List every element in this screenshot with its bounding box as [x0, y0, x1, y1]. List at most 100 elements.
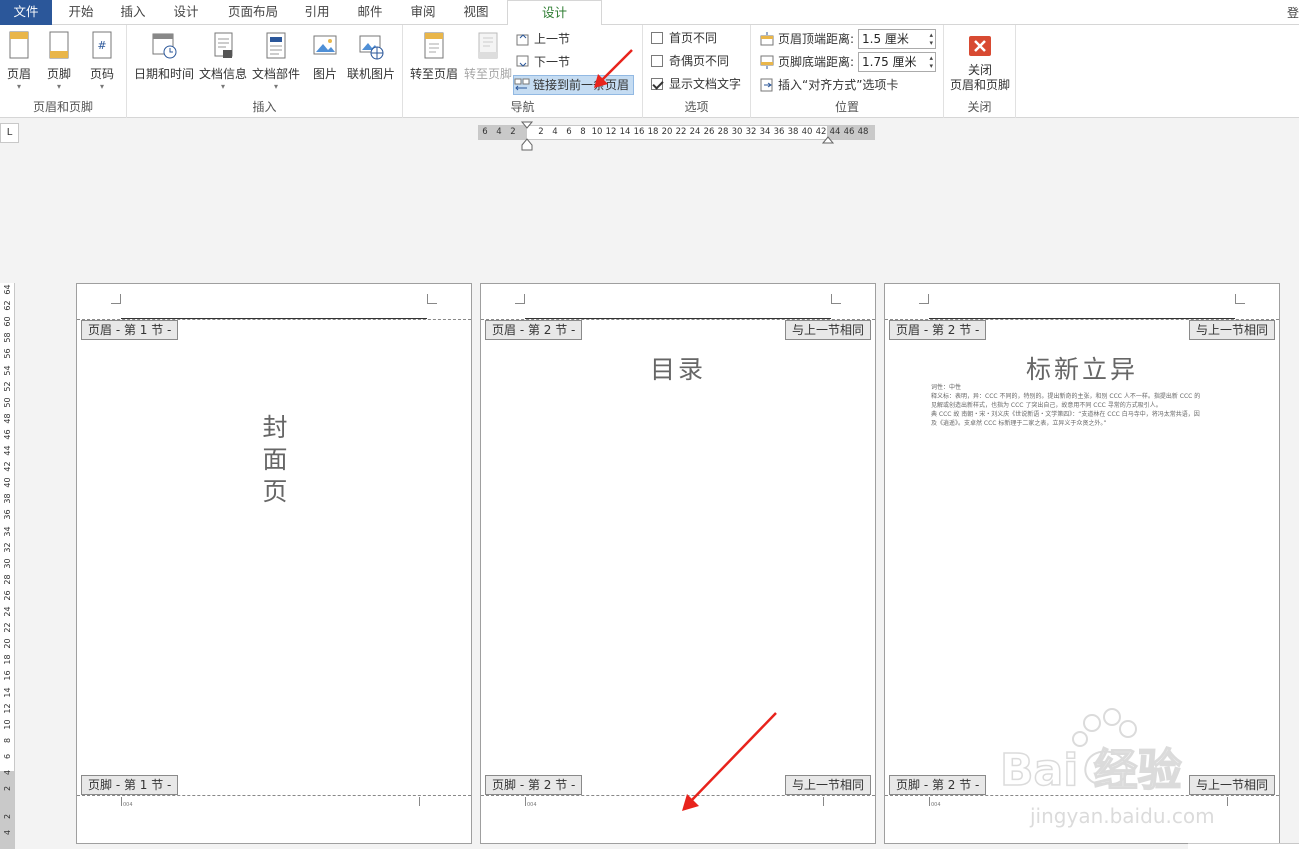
- online-picture-icon: [359, 35, 384, 60]
- checkbox-show-text[interactable]: [651, 78, 663, 90]
- next-section-button[interactable]: 下一节: [515, 52, 570, 72]
- tab-home[interactable]: 开始: [56, 0, 106, 25]
- body-line: 典 CCC 故 南朝・宋・刘义庆《世说新语・文学第四》：“支道林在 CCC 白马…: [931, 411, 1200, 418]
- status-bar-fragment: [1188, 843, 1299, 849]
- show-document-text-checkbox[interactable]: 显示文档文字: [651, 74, 741, 94]
- close-icon: [969, 36, 991, 56]
- article-title[interactable]: 标新立异: [885, 350, 1279, 386]
- link-to-previous-label: 链接到前一条页眉: [533, 78, 630, 92]
- checkbox-first-page[interactable]: [651, 32, 663, 44]
- crop-mark: [427, 294, 437, 304]
- page-number-button[interactable]: # 页码 ▾: [86, 28, 118, 91]
- header-button[interactable]: 页眉 ▾: [3, 28, 35, 91]
- header-button-label: 页眉: [6, 67, 31, 81]
- crop-mark: [111, 294, 121, 304]
- close-header-footer-label: 关闭 页眉和页脚: [949, 63, 1010, 92]
- header-distance-label: 页眉顶端距离:: [778, 32, 855, 46]
- tab-mailings[interactable]: 邮件: [344, 0, 396, 25]
- document-info-button[interactable]: 文档信息 ▾: [197, 28, 249, 91]
- crop-mark: [1227, 797, 1237, 806]
- page-number-icon: #: [92, 31, 112, 59]
- tab-review[interactable]: 审阅: [398, 0, 448, 25]
- group-label-header-footer: 页眉和页脚: [32, 100, 93, 114]
- right-indent-marker-icon[interactable]: [822, 136, 834, 144]
- insert-alignment-tab-button[interactable]: 插入“对齐方式”选项卡: [759, 75, 898, 95]
- header-section-tag: 页眉 - 第 2 节 -: [889, 320, 987, 340]
- footer-button-label: 页脚: [46, 67, 71, 81]
- tab-insert[interactable]: 插入: [108, 0, 158, 25]
- same-as-previous-tag: 与上一节相同: [1188, 320, 1275, 340]
- crop-mark: [831, 294, 841, 304]
- spin-arrows-icon[interactable]: ▴ ▾: [929, 31, 933, 47]
- ruler-tick: 8: [3, 737, 12, 743]
- different-odd-even-label: 奇偶页不同: [669, 54, 730, 68]
- tab-view[interactable]: 视图: [450, 0, 502, 25]
- toc-title[interactable]: 目录: [481, 350, 875, 386]
- ruler-tick: 38: [3, 493, 12, 504]
- cover-char: 封: [262, 413, 288, 442]
- tab-design[interactable]: 设计: [160, 0, 212, 25]
- previous-section-label: 上一节: [534, 32, 571, 46]
- indent-marker-icon[interactable]: [520, 121, 534, 151]
- footer-distance-label: 页脚底端距离:: [778, 55, 855, 69]
- date-time-label: 日期和时间: [133, 67, 194, 81]
- page-number-button-label: 页码: [89, 67, 114, 81]
- next-section-label: 下一节: [534, 55, 571, 69]
- ruler-tick: 62: [3, 300, 12, 311]
- footer-distance-input[interactable]: 1.75 厘米 ▴ ▾: [858, 52, 936, 72]
- ruler-tick: 52: [3, 381, 12, 392]
- picture-button[interactable]: 图片: [307, 28, 343, 82]
- tab-header-footer-design[interactable]: 设计: [507, 0, 602, 26]
- header-top-distance-icon: [760, 32, 774, 46]
- article-body[interactable]: 词性：中性 释义标：表明，异：CCC 不同的，特别的。提出新奇的主张，和别 CC…: [931, 383, 1235, 428]
- ribbon: 页眉 ▾ 页脚 ▾ # 页码 ▾ 页眉和页脚 日期和时间 文档信息 ▾ 文档部件…: [0, 25, 1299, 118]
- tab-references[interactable]: 引用: [292, 0, 342, 25]
- ruler-tick: 2: [510, 127, 516, 137]
- crop-mark: [823, 797, 833, 806]
- different-first-page-checkbox[interactable]: 首页不同: [651, 28, 717, 48]
- ruler-tick: 48: [857, 127, 869, 137]
- ruler-tick: 30: [3, 558, 12, 569]
- picture-label: 图片: [312, 67, 337, 81]
- body-line: 及《逍遥》。支卓然 CCC 标新理于二家之表，立异义于众贤之外。”: [931, 420, 1107, 427]
- cover-page-text[interactable]: 封面页: [257, 412, 293, 508]
- goto-footer-button[interactable]: 转至页脚: [462, 28, 514, 82]
- picture-icon: [313, 35, 337, 55]
- date-time-button[interactable]: 日期和时间: [133, 28, 195, 82]
- same-as-previous-tag: 与上一节相同: [784, 320, 871, 340]
- online-picture-button[interactable]: 联机图片: [345, 28, 397, 82]
- footer-bottom-distance-icon: [760, 55, 774, 69]
- checkbox-odd-even[interactable]: [651, 55, 663, 67]
- close-header-footer-button[interactable]: 关闭 页眉和页脚: [946, 28, 1014, 93]
- footer-section-tag: 页脚 - 第 2 节 -: [889, 775, 987, 795]
- tab-page-layout[interactable]: 页面布局: [218, 0, 288, 25]
- different-odd-even-checkbox[interactable]: 奇偶页不同: [651, 51, 729, 71]
- ruler-tick: 48: [3, 413, 12, 424]
- chevron-down-icon: ▾: [273, 82, 278, 91]
- previous-section-button[interactable]: 上一节: [515, 29, 570, 49]
- tab-file[interactable]: 文件: [0, 0, 52, 25]
- cover-char: 页: [262, 477, 288, 506]
- vertical-ruler[interactable]: 64 62 60 58 56 54 52 50 48 46 44 42 40 38 36 34 32 30 28 26…: [0, 283, 15, 849]
- goto-header-button[interactable]: 转至页眉: [406, 28, 462, 82]
- header-icon: [9, 31, 29, 59]
- ribbon-tab-bar: 文件 开始 插入 设计 页面布局 引用 邮件 审阅 视图 设计 登: [0, 0, 1299, 26]
- ruler-tick: 56: [3, 348, 12, 359]
- footer-distance-label-row: 页脚底端距离:: [759, 52, 854, 72]
- ruler-tick: 18: [3, 654, 12, 665]
- spin-arrows-icon[interactable]: ▴ ▾: [929, 54, 933, 70]
- next-section-icon: [516, 55, 529, 67]
- sign-in-link[interactable]: 登: [1287, 4, 1299, 21]
- body-line: 词性：中性: [931, 384, 962, 391]
- link-to-previous-button[interactable]: 链接到前一条页眉: [513, 75, 635, 95]
- ruler-tick: 36: [3, 509, 12, 520]
- ruler-tick: 24: [3, 606, 12, 617]
- horizontal-ruler[interactable]: 6 4 2 2 4 6 8 10 12 14 16 18 20 22 24 26 28 30 32 34 36 38 40 4…: [478, 125, 875, 140]
- svg-text:#: #: [97, 39, 106, 52]
- footer-button[interactable]: 页脚 ▾: [43, 28, 75, 91]
- ruler-tick: 34: [3, 525, 12, 537]
- ruler-tick: 28: [3, 574, 12, 585]
- header-distance-input[interactable]: 1.5 厘米 ▴ ▾: [858, 29, 936, 49]
- quick-parts-button[interactable]: 文档部件 ▾: [250, 28, 302, 91]
- tab-stop-selector[interactable]: L: [0, 123, 19, 143]
